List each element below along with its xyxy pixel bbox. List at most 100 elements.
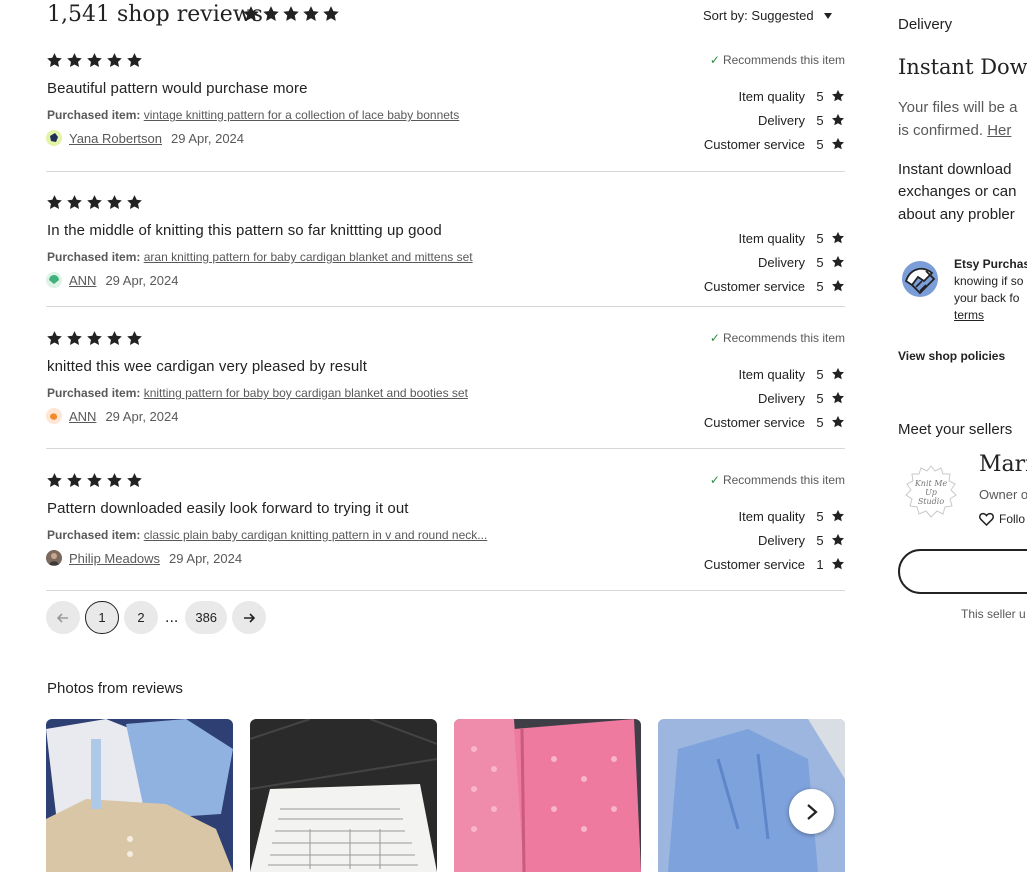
review-date: 29 Apr, 2024 [105, 272, 179, 288]
review-divider [46, 171, 845, 172]
files-help-link[interactable]: Her [987, 122, 1011, 139]
star-icon [46, 194, 63, 211]
rating-label: Customer service [703, 136, 805, 152]
rating-value: 5 [816, 278, 824, 294]
chevron-right-icon [806, 803, 818, 820]
shop-logo[interactable]: Knit Me Up Studio [903, 464, 959, 520]
reviewer-name-link[interactable]: Philip Meadows [69, 551, 160, 566]
arrow-right-icon [244, 612, 256, 623]
review-photo[interactable] [46, 719, 233, 872]
rating-row: Customer service 5 [704, 413, 845, 431]
purchased-item-label: Purchased item: [47, 108, 141, 122]
rating-label: Customer service [703, 278, 805, 294]
rating-value: 5 [816, 230, 824, 246]
star-icon [242, 5, 260, 23]
star-icon [66, 52, 83, 69]
purchase-protection-title: Etsy Purchas [954, 257, 1027, 271]
rating-value: 5 [816, 532, 824, 548]
instant-download-title: Instant Down [898, 55, 1027, 79]
reviewer-name-link[interactable]: Yana Robertson [69, 131, 162, 146]
purchased-item-label: Purchased item: [47, 528, 141, 542]
purchased-item-link[interactable]: knitting pattern for baby boy cardigan b… [144, 386, 468, 400]
files-confirmed-text: is confirmed. [898, 122, 984, 139]
shop-rating-stars [242, 5, 340, 23]
rating-row: Item quality 5 [739, 365, 845, 383]
rating-value: 5 [816, 88, 824, 104]
follow-label: Follo [999, 512, 1026, 526]
star-icon [282, 5, 300, 23]
seller-name[interactable]: Mario [979, 452, 1027, 477]
star-icon [302, 5, 320, 23]
rating-row: Customer service 1 [704, 555, 845, 573]
review-text: knitted this wee cardigan very pleased b… [47, 358, 367, 375]
rating-value: 5 [816, 508, 824, 524]
photos-next-button[interactable] [789, 789, 834, 834]
star-icon [831, 231, 845, 245]
avatar[interactable] [46, 130, 62, 146]
page-button-last[interactable]: 386 [185, 601, 228, 634]
arrow-left-icon [57, 612, 68, 623]
purchased-item-label: Purchased item: [47, 250, 141, 264]
seller-footer-note: This seller u [961, 607, 1026, 621]
star-icon [106, 330, 123, 347]
files-line: Your files will be a [898, 99, 1018, 116]
rating-label: Item quality [738, 88, 805, 104]
delivery-heading: Delivery [898, 16, 953, 33]
logo-text-line: Studio [918, 497, 945, 506]
star-icon [86, 330, 103, 347]
rating-row: Customer service 5 [704, 135, 845, 153]
avatar[interactable] [46, 408, 62, 424]
purchased-item-line: Purchased item: vintage knitting pattern… [47, 108, 459, 122]
rating-label: Customer service [703, 556, 805, 572]
star-icon [831, 89, 845, 103]
review-photo[interactable] [250, 719, 437, 872]
rating-row: Item quality 5 [739, 87, 845, 105]
review-author-line: ANN 29 Apr, 2024 [46, 408, 178, 424]
reviewer-name-link[interactable]: ANN [69, 273, 96, 288]
right-sidebar: Delivery Instant Down Your files will be… [898, 0, 1027, 872]
logo-text-line: Knit Me [914, 479, 948, 488]
rating-value: 5 [816, 366, 824, 382]
review-text: Beautiful pattern would purchase more [47, 80, 308, 97]
page-button-2[interactable]: 2 [124, 601, 158, 634]
page-button-1[interactable]: 1 [85, 601, 119, 634]
rating-value: 5 [816, 112, 824, 128]
reviews-count-title: 1,541 shop reviews [47, 2, 263, 27]
avatar[interactable] [46, 272, 62, 288]
terms-link[interactable]: terms [954, 308, 984, 322]
review-author-line: Yana Robertson 29 Apr, 2024 [46, 130, 244, 146]
review-author-line: Philip Meadows 29 Apr, 2024 [46, 550, 242, 566]
review-item: ✓ Recommends this item Beautiful pattern w… [46, 52, 845, 172]
knitted-cardigans-photo [46, 719, 233, 872]
files-confirmed-line: is confirmed. Her [898, 122, 1011, 139]
view-shop-policies-link[interactable]: View shop policies [898, 349, 1005, 363]
review-stars [46, 330, 143, 347]
prev-page-button[interactable] [46, 601, 80, 634]
follow-shop-button[interactable]: Follo [979, 512, 1025, 526]
avatar[interactable] [46, 550, 62, 566]
review-divider [46, 448, 845, 449]
purchased-item-link[interactable]: aran knitting pattern for baby cardigan … [144, 250, 473, 264]
recommends-badge: ✓ Recommends this item [710, 53, 845, 67]
review-author-line: ANN 29 Apr, 2024 [46, 272, 178, 288]
rating-row: Delivery 5 [758, 389, 845, 407]
pagination-ellipsis: ... [165, 608, 179, 626]
review-stars [46, 472, 143, 489]
rating-label: Delivery [758, 532, 805, 548]
review-photo[interactable] [454, 719, 641, 872]
sort-dropdown[interactable]: Sort by: Suggested [703, 8, 832, 23]
purchase-protection-line: knowing if so [954, 274, 1024, 288]
rating-label: Delivery [758, 390, 805, 406]
purchased-item-line: Purchased item: knitting pattern for bab… [47, 386, 468, 400]
rating-label: Customer service [703, 414, 805, 430]
purchased-item-link[interactable]: classic plain baby cardigan knitting pat… [144, 528, 488, 542]
reviewer-name-link[interactable]: ANN [69, 409, 96, 424]
sort-label: Sort by: Suggested [703, 8, 814, 23]
next-page-button[interactable] [232, 601, 267, 634]
message-seller-button[interactable] [898, 549, 1027, 594]
rating-value: 5 [816, 136, 824, 152]
star-icon [66, 194, 83, 211]
purchased-item-link[interactable]: vintage knitting pattern for a collectio… [144, 108, 460, 122]
review-date: 29 Apr, 2024 [169, 550, 243, 566]
review-text: In the middle of knitting this pattern s… [47, 222, 442, 239]
